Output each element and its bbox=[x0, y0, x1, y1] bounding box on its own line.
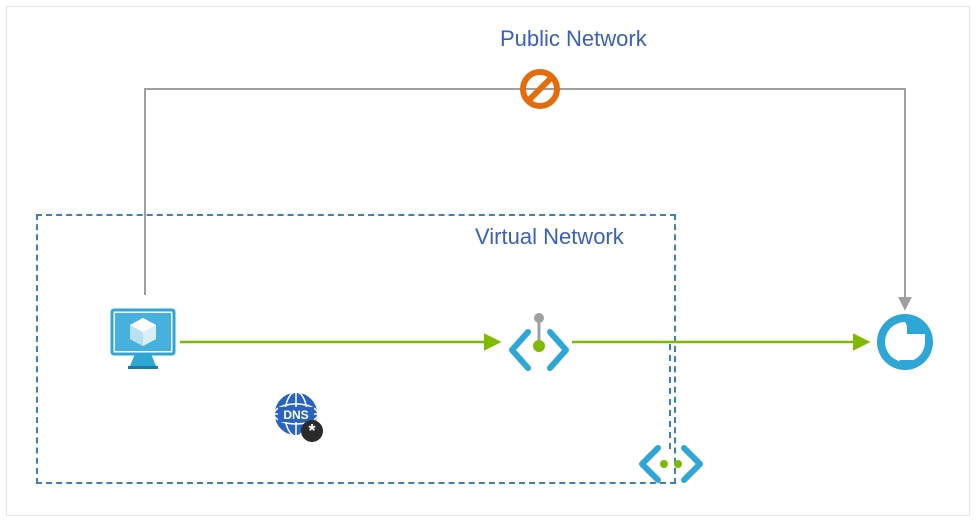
vnet-peering-icon bbox=[636, 444, 706, 484]
peering-connector bbox=[0, 0, 976, 522]
svg-text:DNS: DNS bbox=[283, 408, 308, 422]
vm-icon bbox=[108, 304, 178, 374]
relay-service-icon bbox=[875, 312, 935, 372]
svg-text:*: * bbox=[308, 421, 315, 441]
private-endpoint-icon bbox=[504, 310, 564, 370]
private-dns-icon: DNS * bbox=[270, 390, 330, 450]
